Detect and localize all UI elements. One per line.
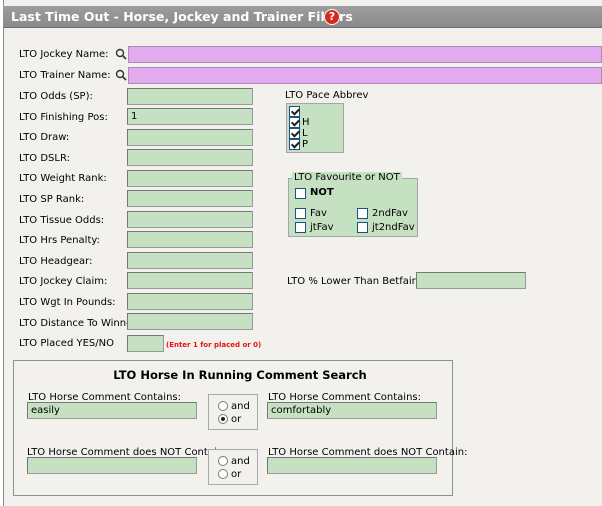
pace-label-p: P: [302, 139, 309, 150]
wgt-in-pounds-label: LTO Wgt In Pounds:: [19, 297, 116, 308]
betfair-label: LTO % Lower Than Betfair SP:: [287, 276, 435, 287]
pace-checkbox-h[interactable]: [289, 117, 300, 128]
draw-label: LTO Draw:: [19, 132, 70, 143]
pace-checkbox-blank[interactable]: [289, 106, 300, 117]
not-contain-and-label: and: [231, 456, 250, 467]
contains-or-label: or: [231, 414, 242, 425]
contains-input-2[interactable]: comfortably: [267, 402, 437, 419]
fav-label: Fav: [310, 208, 327, 219]
jockey-claim-label: LTO Jockey Claim:: [19, 276, 108, 287]
not-contain-or-label: or: [231, 469, 242, 480]
pace-label-l: L: [302, 128, 308, 139]
contains-input-1[interactable]: easily: [27, 402, 197, 419]
dslr-label: LTO DSLR:: [19, 153, 70, 164]
jockey-name-label: LTO Jockey Name:: [19, 49, 109, 60]
distance-to-winner-input[interactable]: [127, 313, 253, 330]
search-trainer-icon[interactable]: [115, 69, 127, 81]
placed-hint: (Enter 1 for placed or 0): [166, 341, 262, 349]
headgear-label: LTO Headgear:: [19, 256, 93, 267]
second-fav-checkbox[interactable]: [357, 208, 368, 219]
sp-rank-label: LTO SP Rank:: [19, 194, 85, 205]
tissue-odds-label: LTO Tissue Odds:: [19, 215, 105, 226]
help-icon[interactable]: ?: [324, 9, 340, 25]
pace-label-h: H: [302, 117, 310, 128]
jt-fav-checkbox[interactable]: [295, 222, 306, 233]
favourite-legend: LTO Favourite or NOT: [292, 172, 402, 183]
contains-or-radio[interactable]: [218, 414, 228, 424]
trainer-name-input[interactable]: [128, 67, 602, 84]
comment-search-title: LTO Horse In Running Comment Search: [113, 368, 367, 382]
odds-sp-label: LTO Odds (SP):: [19, 91, 93, 102]
distance-to-winner-label: LTO Distance To Winner:: [19, 318, 140, 329]
jockey-name-input[interactable]: [128, 46, 602, 63]
odds-sp-input[interactable]: [127, 88, 253, 105]
jt-second-fav-checkbox[interactable]: [357, 222, 368, 233]
finishing-pos-input[interactable]: 1: [127, 108, 253, 125]
not-contain-and-radio[interactable]: [218, 456, 228, 466]
not-checkbox[interactable]: [295, 188, 306, 199]
finishing-pos-label: LTO Finishing Pos:: [19, 112, 108, 123]
panel-title: Last Time Out - Horse, Jockey and Traine…: [11, 9, 353, 24]
placed-yes-no-input[interactable]: [127, 335, 164, 352]
not-contain-or-radio[interactable]: [218, 469, 228, 479]
weight-rank-input[interactable]: [127, 170, 253, 187]
hrs-penalty-input[interactable]: [127, 231, 253, 248]
draw-input[interactable]: [127, 129, 253, 146]
second-fav-label: 2ndFav: [372, 208, 408, 219]
pace-checkbox-p[interactable]: [289, 139, 300, 150]
placed-yes-no-label: LTO Placed YES/NO: [19, 338, 114, 349]
contains-and-label: and: [231, 401, 250, 412]
search-jockey-icon[interactable]: [115, 48, 127, 60]
hrs-penalty-label: LTO Hrs Penalty:: [19, 235, 100, 246]
not-label: NOT: [310, 187, 334, 198]
tissue-odds-input[interactable]: [127, 211, 253, 228]
wgt-in-pounds-input[interactable]: [127, 293, 253, 310]
contains-and-radio[interactable]: [218, 401, 228, 411]
jockey-claim-input[interactable]: [127, 272, 253, 289]
fav-checkbox[interactable]: [295, 208, 306, 219]
headgear-input[interactable]: [127, 252, 253, 269]
pace-checkbox-l[interactable]: [289, 128, 300, 139]
jt-second-fav-label: jt2ndFav: [372, 222, 415, 233]
dslr-input[interactable]: [127, 149, 253, 166]
panel-title-bar: Last Time Out - Horse, Jockey and Traine…: [3, 6, 602, 28]
pace-abbrev-label: LTO Pace Abbrev: [285, 90, 369, 101]
weight-rank-label: LTO Weight Rank:: [19, 173, 107, 184]
sp-rank-input[interactable]: [127, 190, 253, 207]
jt-fav-label: jtFav: [310, 222, 334, 233]
not-contain-input-2[interactable]: [267, 457, 437, 474]
trainer-name-label: LTO Trainer Name:: [19, 70, 111, 81]
not-contain-input-1[interactable]: [27, 457, 197, 474]
betfair-input[interactable]: [416, 272, 526, 289]
